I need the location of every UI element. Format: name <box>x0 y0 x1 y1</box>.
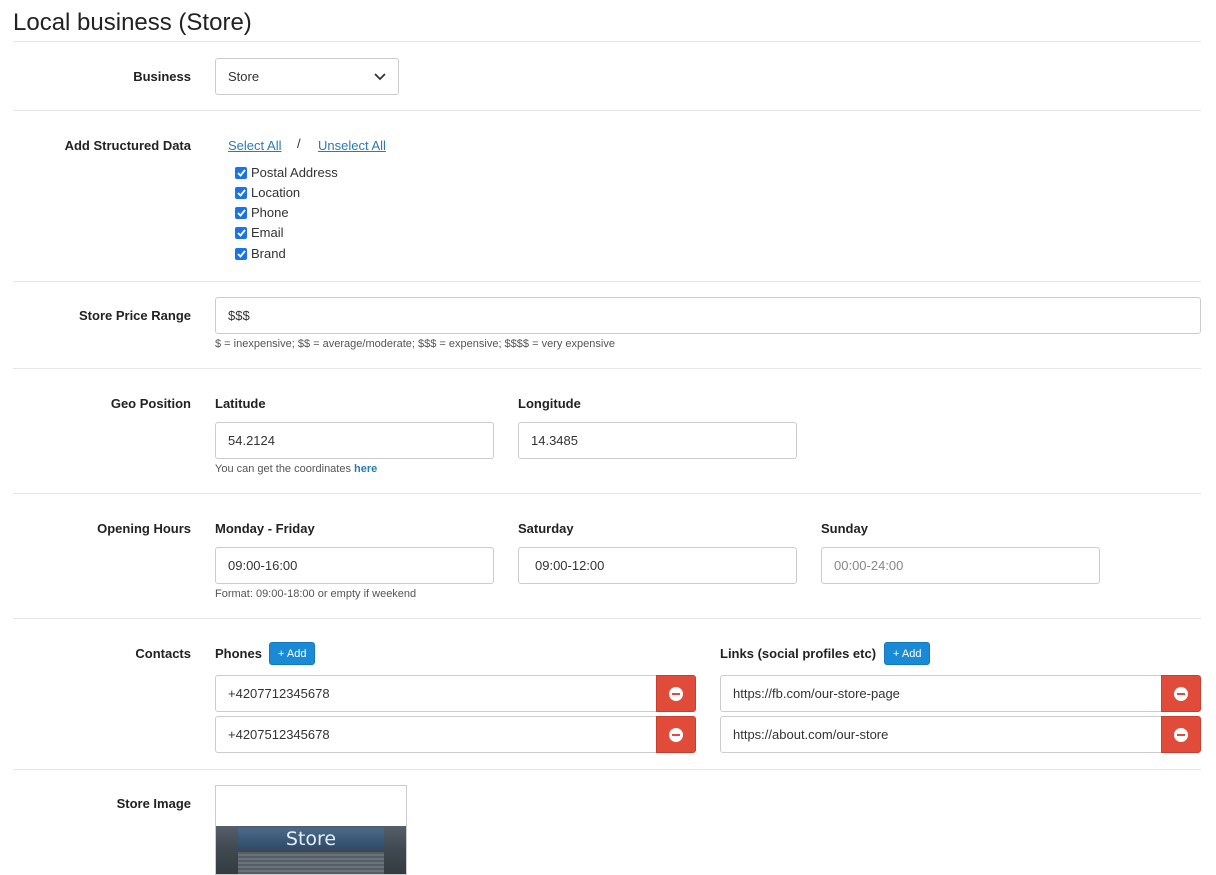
divider <box>13 110 1201 111</box>
page-title: Local business (Store) <box>13 9 252 36</box>
checkbox-checked-icon[interactable] <box>235 247 247 260</box>
store-photo: Store <box>216 826 406 874</box>
remove-link-button[interactable] <box>1161 675 1201 712</box>
weekdays-hours-input[interactable] <box>215 547 494 584</box>
add-link-button[interactable]: + Add <box>884 642 931 665</box>
link-input[interactable] <box>720 675 1162 712</box>
weekdays-label: Monday - Friday <box>215 521 315 536</box>
business-select[interactable]: Store <box>215 58 399 95</box>
checkbox-postal-address[interactable]: Postal Address <box>235 165 338 180</box>
saturday-hours-input[interactable] <box>518 547 797 584</box>
remove-phone-button[interactable] <box>656 675 696 712</box>
link-input[interactable] <box>720 716 1162 753</box>
price-range-label: Store Price Range <box>79 308 191 323</box>
select-all-link[interactable]: Select All <box>228 138 281 153</box>
chevron-down-icon <box>374 69 386 84</box>
geo-here-link[interactable]: here <box>354 463 377 475</box>
store-shutter <box>238 852 384 874</box>
divider <box>13 368 1201 369</box>
checkbox-checked-icon[interactable] <box>235 186 247 199</box>
checkbox-brand[interactable]: Brand <box>235 246 286 261</box>
store-image-label: Store Image <box>116 796 191 811</box>
structured-data-label: Add Structured Data <box>64 138 191 153</box>
checkbox-label: Postal Address <box>251 165 338 180</box>
checkbox-location[interactable]: Location <box>235 185 300 200</box>
sunday-label: Sunday <box>821 521 868 536</box>
checkbox-phone[interactable]: Phone <box>235 205 289 220</box>
divider <box>13 769 1201 770</box>
checkbox-checked-icon[interactable] <box>235 206 247 219</box>
price-range-help: $ = inexpensive; $$ = average/moderate; … <box>215 338 615 350</box>
opening-hours-label: Opening Hours <box>97 521 191 536</box>
divider <box>13 493 1201 494</box>
minus-circle-icon <box>1174 686 1188 701</box>
select-separator: / <box>297 136 301 151</box>
minus-circle-icon <box>669 686 683 701</box>
saturday-label: Saturday <box>518 521 574 536</box>
geo-label: Geo Position <box>110 396 191 411</box>
divider <box>13 41 1201 42</box>
checkbox-label: Phone <box>251 205 289 220</box>
sunday-hours-input[interactable] <box>821 547 1100 584</box>
checkbox-email[interactable]: Email <box>235 225 284 240</box>
checkbox-checked-icon[interactable] <box>235 226 247 239</box>
unselect-all-link[interactable]: Unselect All <box>318 138 386 153</box>
business-select-value: Store <box>228 69 260 84</box>
minus-circle-icon <box>1174 727 1188 742</box>
hours-help: Format: 09:00-18:00 or empty if weekend <box>215 588 417 600</box>
latitude-label: Latitude <box>215 396 266 411</box>
longitude-label: Longitude <box>518 396 581 411</box>
remove-link-button[interactable] <box>1161 716 1201 753</box>
geo-help: You can get the coordinates here <box>215 463 377 475</box>
longitude-input[interactable] <box>518 422 797 459</box>
phone-input[interactable] <box>215 675 657 712</box>
divider <box>13 281 1201 282</box>
latitude-input[interactable] <box>215 422 494 459</box>
checkbox-label: Location <box>251 185 301 200</box>
checkbox-label: Brand <box>251 246 286 261</box>
business-label: Business <box>133 69 191 84</box>
store-sign: Store <box>238 828 384 850</box>
minus-circle-icon <box>669 727 683 742</box>
remove-phone-button[interactable] <box>656 716 696 753</box>
geo-help-text: You can get the coordinates <box>215 463 355 475</box>
phones-label: Phones <box>215 646 262 661</box>
price-range-input[interactable] <box>215 297 1201 334</box>
checkbox-label: Email <box>251 225 284 240</box>
store-image-preview[interactable]: Store <box>215 785 407 875</box>
add-phone-button[interactable]: + Add <box>269 642 316 665</box>
phone-input[interactable] <box>215 716 657 753</box>
checkbox-checked-icon[interactable] <box>235 166 247 179</box>
links-label: Links (social profiles etc) <box>720 646 877 661</box>
contacts-label: Contacts <box>135 646 191 661</box>
divider <box>13 618 1201 619</box>
